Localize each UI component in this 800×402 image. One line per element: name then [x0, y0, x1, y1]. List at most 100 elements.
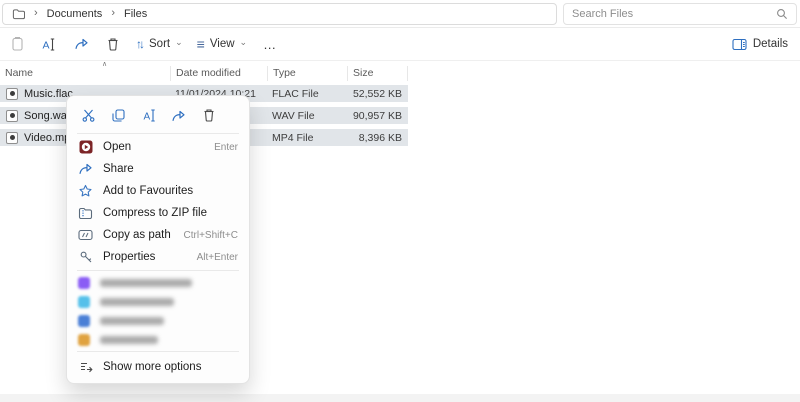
chevron-down-icon: ⌄ [240, 37, 248, 48]
blurred-menu-item[interactable] [67, 330, 249, 349]
copy-icon [111, 108, 126, 123]
menu-item-properties[interactable]: Properties Alt+Enter [67, 246, 249, 268]
column-header-size[interactable]: Size [347, 66, 408, 81]
blurred-app-icon [78, 315, 90, 327]
details-label: Details [753, 38, 788, 50]
search-input[interactable] [572, 8, 776, 20]
rename-button[interactable]: A [34, 31, 64, 57]
sort-ascending-indicator: ∧ [102, 60, 107, 68]
quick-actions-row: A [67, 99, 249, 131]
file-size: 8,396 KB [347, 132, 408, 144]
delete-button[interactable] [200, 107, 217, 124]
cut-icon [81, 108, 96, 123]
view-button[interactable]: ≡ View ⌄ [191, 31, 253, 57]
menu-separator [77, 133, 239, 134]
menu-item-open[interactable]: Open Enter [67, 136, 249, 158]
delete-icon [202, 108, 216, 123]
folder-icon [12, 8, 25, 20]
media-file-icon [6, 132, 18, 144]
menu-item-label: Add to Favourites [103, 185, 193, 197]
context-menu: A Open Enter Share Add to Favourites [66, 95, 250, 384]
share-button[interactable] [170, 107, 187, 124]
sort-button[interactable]: ↑↓ Sort ⌄ [130, 31, 189, 57]
svg-text:A: A [43, 39, 50, 51]
zip-folder-icon [78, 206, 93, 221]
copy-button[interactable] [110, 107, 127, 124]
details-pane-icon [732, 38, 748, 51]
share-icon [74, 37, 89, 51]
ellipsis-icon: … [263, 37, 277, 52]
show-more-options-icon [78, 359, 93, 374]
file-type: WAV File [267, 110, 347, 122]
menu-item-label: Properties [103, 251, 155, 263]
breadcrumb-item-documents[interactable]: Documents [47, 8, 103, 20]
copy-as-path-icon [78, 228, 93, 243]
media-file-icon [6, 110, 18, 122]
chevron-right-icon: › [34, 7, 38, 19]
window-bottom-edge [0, 394, 800, 402]
blurred-app-icon [78, 277, 90, 289]
share-button[interactable] [66, 31, 96, 57]
rename-icon: A [141, 108, 157, 123]
menu-item-shortcut: Alt+Enter [197, 252, 238, 263]
menu-item-add-to-favourites[interactable]: Add to Favourites [67, 180, 249, 202]
file-type: FLAC File [267, 88, 347, 100]
rename-icon: A [41, 37, 57, 52]
column-headers: ∧ Name Date modified Type Size [0, 64, 408, 83]
delete-button[interactable] [98, 31, 128, 57]
file-size: 52,552 KB [347, 88, 408, 100]
menu-item-compress-to-zip[interactable]: Compress to ZIP file [67, 202, 249, 224]
blurred-menu-item[interactable] [67, 311, 249, 330]
rename-button[interactable]: A [140, 107, 157, 124]
breadcrumb-item-files[interactable]: Files [124, 8, 147, 20]
column-header-type[interactable]: Type [267, 66, 347, 81]
svg-text:A: A [143, 112, 150, 123]
share-icon [78, 162, 93, 177]
chevron-down-icon: ⌄ [175, 37, 183, 48]
menu-item-copy-as-path[interactable]: Copy as path Ctrl+Shift+C [67, 224, 249, 246]
menu-item-label: Copy as path [103, 229, 171, 241]
column-header-date-modified[interactable]: Date modified [170, 66, 267, 81]
view-label: View [210, 38, 235, 50]
search-box[interactable] [563, 3, 797, 25]
delete-icon [106, 37, 120, 52]
column-header-name[interactable]: Name [0, 66, 170, 81]
menu-item-shortcut: Enter [214, 142, 238, 153]
paste-button[interactable] [2, 31, 32, 57]
menu-item-label: Compress to ZIP file [103, 207, 207, 219]
blurred-label [100, 298, 174, 306]
details-pane-button[interactable]: Details [726, 31, 794, 57]
address-bar[interactable]: › Documents › Files [2, 3, 557, 25]
sort-label: Sort [149, 38, 170, 50]
media-player-app-icon [78, 140, 93, 155]
menu-separator [77, 270, 239, 271]
chevron-right-icon: › [111, 7, 115, 19]
file-name: Music.flac [24, 88, 73, 100]
command-toolbar: A ↑↓ Sort ⌄ ≡ View ⌄ … Details [0, 28, 800, 61]
menu-item-share[interactable]: Share [67, 158, 249, 180]
sort-icon: ↑↓ [136, 37, 142, 51]
view-icon: ≡ [197, 36, 205, 52]
share-icon [171, 109, 186, 123]
blurred-app-icon [78, 296, 90, 308]
media-file-icon [6, 88, 18, 100]
blurred-label [100, 336, 158, 344]
paste-icon [10, 36, 25, 52]
menu-item-label: Share [103, 163, 134, 175]
blurred-menu-item[interactable] [67, 292, 249, 311]
file-size: 90,957 KB [347, 110, 408, 122]
menu-item-show-more-options[interactable]: Show more options [67, 354, 249, 379]
blurred-app-icon [78, 334, 90, 346]
menu-item-shortcut: Ctrl+Shift+C [184, 230, 238, 241]
menu-item-label: Open [103, 141, 131, 153]
blurred-menu-item[interactable] [67, 273, 249, 292]
search-icon [776, 8, 788, 20]
menu-separator [77, 351, 239, 352]
properties-key-icon [78, 250, 93, 265]
more-options-button[interactable]: … [255, 31, 285, 57]
blurred-label [100, 279, 192, 287]
file-type: MP4 File [267, 132, 347, 144]
star-icon [78, 184, 93, 199]
cut-button[interactable] [80, 107, 97, 124]
menu-item-label: Show more options [103, 361, 201, 373]
